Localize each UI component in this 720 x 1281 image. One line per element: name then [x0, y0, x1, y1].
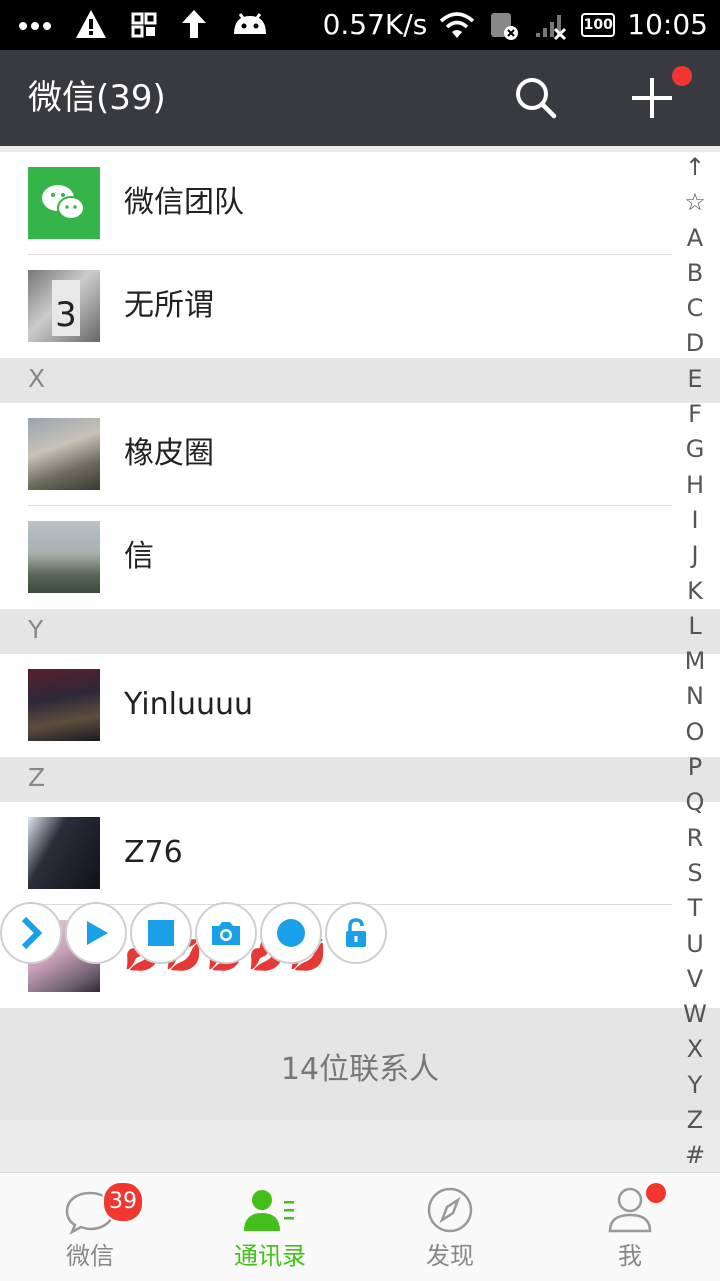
contacts-icon [244, 1190, 294, 1231]
contact-name: 信 [124, 539, 154, 574]
floating-recorder-toolbar [0, 902, 390, 970]
index-letter[interactable]: R [687, 821, 704, 856]
unread-badge: 39 [102, 1181, 144, 1223]
tab-label: 微信 [66, 1242, 114, 1270]
index-letter[interactable]: F [688, 397, 702, 432]
tab-discover[interactable]: 发现 [360, 1173, 540, 1281]
bottom-tab-bar: 39 微信 通讯录 发现 我 [0, 1172, 720, 1281]
signal-icon [536, 15, 567, 41]
upload-arrow-icon [182, 10, 206, 38]
index-letter[interactable]: Q [686, 785, 705, 820]
contact-name: Yinluuuu [124, 687, 253, 722]
contact-row[interactable]: 3 无所谓 [0, 255, 720, 358]
index-letter[interactable]: Z [687, 1103, 703, 1138]
avatar [28, 521, 100, 593]
contact-count-footer: 14位联系人 [0, 1008, 720, 1120]
contact-name: 橡皮圈 [124, 436, 214, 471]
index-letter[interactable]: J [691, 538, 698, 573]
wechat-logo-icon [42, 185, 85, 220]
sim-off-icon [491, 13, 519, 40]
svg-text:3: 3 [55, 295, 77, 335]
tab-chats[interactable]: 39 微信 [0, 1173, 180, 1281]
index-letter[interactable]: O [686, 715, 705, 750]
notification-dot [646, 1183, 666, 1203]
contact-row[interactable]: 橡皮圈 [0, 403, 720, 506]
camera-icon[interactable] [195, 902, 257, 964]
tab-label: 发现 [426, 1242, 474, 1270]
index-letter[interactable]: E [687, 362, 702, 397]
tab-me[interactable]: 我 [540, 1173, 720, 1281]
android-icon [234, 13, 266, 34]
more-dots-icon [19, 22, 51, 30]
avatar [28, 817, 100, 889]
play-icon[interactable] [65, 902, 127, 964]
compass-icon [427, 1187, 473, 1233]
search-icon[interactable] [510, 72, 562, 124]
index-letter[interactable]: ↑ [685, 150, 705, 185]
index-letter[interactable]: B [687, 256, 703, 291]
warning-icon [76, 10, 106, 38]
section-header-z: Z [0, 757, 720, 802]
network-speed: 0.57K/s [322, 8, 428, 41]
avatar [28, 418, 100, 490]
index-letter[interactable]: C [687, 291, 704, 326]
index-letter[interactable]: K [687, 574, 703, 609]
grid-icon [131, 12, 157, 38]
index-letter[interactable]: S [687, 856, 702, 891]
index-letter[interactable]: W [683, 997, 707, 1032]
contact-row-wechat-team[interactable]: 微信团队 [0, 152, 720, 255]
contact-row[interactable]: Z76 [0, 802, 720, 905]
clock: 10:05 [627, 8, 708, 41]
page-title: 微信(39) [28, 78, 166, 118]
collapse-chevron-icon[interactable] [0, 902, 62, 964]
contact-name: 微信团队 [124, 185, 244, 220]
contact-row[interactable]: 信 [0, 506, 720, 609]
contact-name: Z76 [124, 835, 183, 870]
avatar [28, 167, 100, 239]
avatar [28, 669, 100, 741]
index-letter[interactable]: G [686, 432, 705, 467]
index-letter[interactable]: T [688, 891, 703, 926]
avatar: 3 [28, 270, 100, 342]
index-letter[interactable]: A [687, 221, 703, 256]
notification-dot [672, 66, 692, 86]
contact-count: 14位联系人 [280, 1052, 440, 1087]
unlock-icon[interactable] [325, 902, 387, 964]
index-letter[interactable]: L [688, 609, 701, 644]
wifi-icon [440, 12, 475, 38]
index-letter[interactable]: U [686, 927, 704, 962]
index-letter[interactable]: P [688, 750, 702, 785]
title-bar: 微信(39) [0, 50, 720, 146]
contact-row[interactable]: Yinluuuu [0, 654, 720, 757]
contact-list[interactable]: 微信团队 3 无所谓 X 橡皮圈 信 Y Yinluuuu Z Z76 💋💋💋💋… [0, 152, 720, 1120]
index-letter[interactable]: X [687, 1032, 703, 1067]
plus-icon[interactable] [626, 72, 678, 124]
index-letter[interactable]: I [691, 503, 698, 538]
index-letter[interactable]: V [687, 962, 703, 997]
section-header-y: Y [0, 609, 720, 654]
section-header-x: X [0, 358, 720, 403]
index-letter[interactable]: # [685, 1138, 705, 1173]
alphabet-index-bar[interactable]: ↑ ☆ A B C D E F G H I J K L M N O P Q R S T U V W X Y Z # [680, 150, 710, 1174]
record-icon[interactable] [260, 902, 322, 964]
index-letter[interactable]: ☆ [684, 185, 706, 220]
status-bar: 0.57K/s 100 10:05 [0, 0, 720, 50]
contact-name: 无所谓 [124, 288, 214, 323]
index-letter[interactable]: N [686, 679, 704, 714]
index-letter[interactable]: D [686, 326, 704, 361]
tab-label: 我 [618, 1242, 642, 1270]
tab-label: 通讯录 [234, 1242, 306, 1270]
stop-icon[interactable] [130, 902, 192, 964]
index-letter[interactable]: Y [688, 1068, 703, 1103]
battery-indicator: 100 [581, 13, 616, 37]
index-letter[interactable]: H [686, 468, 704, 503]
tab-contacts[interactable]: 通讯录 [180, 1173, 360, 1281]
index-letter[interactable]: M [685, 644, 706, 679]
